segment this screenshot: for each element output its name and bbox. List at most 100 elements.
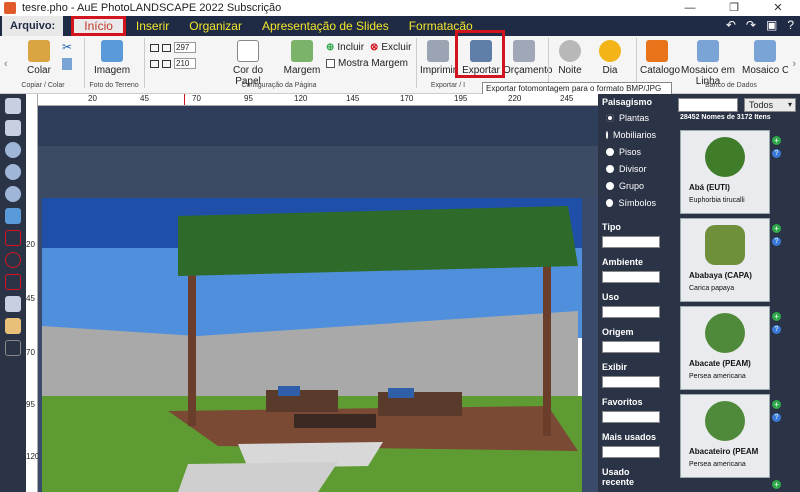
section-exibir: Exibir xyxy=(602,362,628,372)
mosaic-icon xyxy=(754,40,776,62)
library-filter-select[interactable]: Todos ▾ xyxy=(744,98,796,112)
tab-inserir[interactable]: Inserir xyxy=(126,16,179,36)
hand-pan-icon[interactable] xyxy=(5,120,21,136)
colar-button[interactable]: Colar xyxy=(24,40,54,76)
filter-grupo[interactable]: Grupo xyxy=(598,177,664,194)
tipo-select[interactable] xyxy=(602,236,660,248)
width-row: 297 xyxy=(150,42,196,53)
item-info-icon[interactable]: ? xyxy=(772,413,781,422)
checkbox-icon xyxy=(326,59,335,68)
polyline-tool-icon[interactable] xyxy=(5,274,21,290)
exibir-select[interactable] xyxy=(602,376,660,388)
item-info-icon[interactable]: ? xyxy=(772,149,781,158)
radio-icon xyxy=(606,198,614,207)
add-item-icon[interactable]: + xyxy=(772,224,781,233)
measure-tool-icon[interactable] xyxy=(5,318,21,334)
help-icon[interactable]: ? xyxy=(787,18,794,32)
undo-icon[interactable]: ↶ xyxy=(726,18,736,32)
filter-simbolos[interactable]: Símbolos xyxy=(598,194,664,211)
add-item-icon[interactable]: + xyxy=(772,480,781,489)
origem-select[interactable] xyxy=(602,341,660,353)
ruler-cursor-marker xyxy=(184,94,185,105)
item-info-icon[interactable]: ? xyxy=(772,325,781,334)
eyedropper-icon[interactable] xyxy=(5,296,21,312)
budget-icon xyxy=(513,40,535,62)
incluir-button[interactable]: ⊕ Incluir xyxy=(326,42,364,53)
mosaico-cla-button[interactable]: Mosaico Cla xyxy=(742,40,788,76)
imagem-button[interactable]: Imagem xyxy=(90,40,134,76)
radio-icon xyxy=(606,164,614,173)
ambiente-select[interactable] xyxy=(602,271,660,283)
chevron-down-icon: ▾ xyxy=(787,100,792,109)
include-icon: ⊕ xyxy=(326,42,335,53)
menu-bar: Arquivo: Início Inserir Organizar Aprese… xyxy=(0,16,800,36)
app-icon xyxy=(4,2,16,14)
paper-color-icon xyxy=(237,40,259,62)
arquivo-menu[interactable]: Arquivo: xyxy=(2,16,64,36)
photo-canvas[interactable] xyxy=(38,106,598,492)
vertical-ruler: 20 45 70 95 120 xyxy=(26,94,39,492)
library-item[interactable]: Abacate (PEAM) Persea americana xyxy=(680,306,770,390)
layer-icon[interactable] xyxy=(5,340,21,356)
margem-button[interactable]: Margem xyxy=(282,40,322,76)
filter-plantas[interactable]: Plantas xyxy=(598,109,664,126)
cut-icon[interactable]: ✂ xyxy=(62,40,72,54)
page-landscape-icon xyxy=(150,59,159,68)
redo-icon[interactable]: ↷ xyxy=(746,18,756,32)
item-info-icon[interactable]: ? xyxy=(772,237,781,246)
minimize-button[interactable]: — xyxy=(668,0,712,16)
tab-inicio[interactable]: Início xyxy=(71,16,126,36)
section-tipo: Tipo xyxy=(602,222,621,232)
tab-apresentacao[interactable]: Apresentação de Slides xyxy=(252,16,399,36)
radio-icon xyxy=(606,181,614,190)
library-item[interactable]: Abacateiro (PEAM Persea americana xyxy=(680,394,770,478)
add-item-icon[interactable]: + xyxy=(772,136,781,145)
section-usado-recente: Usado recente xyxy=(602,467,635,487)
add-item-icon[interactable]: + xyxy=(772,312,781,321)
zoom-window-icon[interactable] xyxy=(5,208,21,224)
save-icon[interactable]: ▣ xyxy=(766,18,777,32)
close-button[interactable]: ✕ xyxy=(756,0,800,16)
library-search-input[interactable] xyxy=(678,98,738,112)
mais-usados-select[interactable] xyxy=(602,446,660,458)
ribbon-scroll-left-icon[interactable]: ‹ xyxy=(4,58,8,70)
imprimir-button[interactable]: Imprimir xyxy=(420,40,456,76)
plant-thumbnail xyxy=(705,137,745,177)
page-height-input[interactable]: 210 xyxy=(174,58,196,69)
maximize-button[interactable]: ❐ xyxy=(712,0,756,16)
filter-divisor[interactable]: Divisor xyxy=(598,160,664,177)
orcamento-button[interactable]: Orçamento xyxy=(503,40,552,76)
library-item[interactable]: Abá (EUTI) Euphorbia tirucalli xyxy=(680,130,770,214)
section-origem: Origem xyxy=(602,327,634,337)
section-ambiente: Ambiente xyxy=(602,257,644,267)
mostra-margem-checkbox[interactable]: Mostra Margem xyxy=(326,58,408,69)
dia-button[interactable]: Dia xyxy=(594,40,626,76)
group-config-pagina: Configuração da Página xyxy=(241,82,317,89)
filter-pisos[interactable]: Pisos xyxy=(598,143,664,160)
zoom-in-icon[interactable] xyxy=(5,142,21,158)
mosaico-em-linha-button[interactable]: Mosaico em Linha xyxy=(676,40,740,87)
ellipse-tool-icon[interactable] xyxy=(5,252,21,268)
favoritos-select[interactable] xyxy=(602,411,660,423)
section-favoritos: Favoritos xyxy=(602,397,643,407)
zoom-fit-icon[interactable] xyxy=(5,186,21,202)
select-arrow-icon[interactable] xyxy=(5,98,21,114)
excluir-button[interactable]: ⊗ Excluir xyxy=(370,42,411,53)
filter-mobiliarios[interactable]: Mobiliarios xyxy=(598,126,664,143)
cor-do-papel-button[interactable]: Cor do Papel xyxy=(222,40,274,87)
horizontal-ruler: 20 45 70 95 120 145 170 195 220 245 xyxy=(38,94,598,106)
zoom-out-icon[interactable] xyxy=(5,164,21,180)
group-copiar-colar: Copiar / Colar xyxy=(21,82,65,89)
ribbon-scroll-right-icon[interactable]: › xyxy=(792,58,796,70)
page-width-input[interactable]: 297 xyxy=(174,42,196,53)
copy-icon[interactable] xyxy=(62,58,72,70)
library-item[interactable]: Ababaya (CAPA) Carica papaya xyxy=(680,218,770,302)
catalogo-button[interactable]: Catalogo xyxy=(640,40,680,76)
rectangle-tool-icon[interactable] xyxy=(5,230,21,246)
garden-render xyxy=(38,106,598,492)
add-item-icon[interactable]: + xyxy=(772,400,781,409)
uso-select[interactable] xyxy=(602,306,660,318)
mosaic-line-icon xyxy=(697,40,719,62)
tab-organizar[interactable]: Organizar xyxy=(179,16,252,36)
noite-button[interactable]: Noite xyxy=(554,40,586,76)
